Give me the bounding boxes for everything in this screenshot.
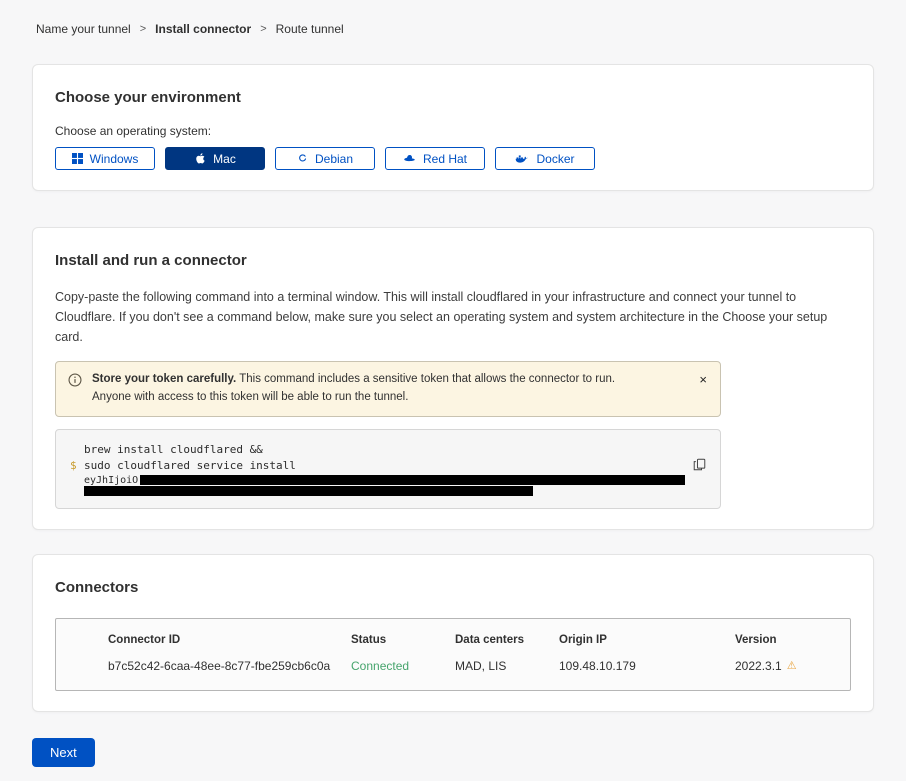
breadcrumb-separator: > [260, 23, 266, 35]
info-icon [68, 371, 82, 394]
code-line [70, 486, 706, 496]
windows-icon [72, 153, 83, 164]
code-line: $ sudo cloudflared service install [70, 458, 706, 475]
os-button-redhat[interactable]: Red Hat [385, 147, 485, 170]
col-header-status: Status [351, 634, 455, 646]
redacted-token-bar [140, 475, 685, 485]
choose-environment-title: Choose your environment [55, 89, 851, 106]
os-button-label: Debian [315, 152, 353, 166]
debian-icon [297, 153, 308, 164]
install-description: Copy-paste the following command into a … [55, 287, 851, 347]
close-icon[interactable]: × [696, 371, 710, 388]
os-button-mac[interactable]: Mac [165, 147, 265, 170]
token-warning-bold: Store your token carefully. [92, 373, 236, 385]
version-value: 2022.3.1 [735, 659, 782, 673]
os-button-debian[interactable]: Debian [275, 147, 375, 170]
copy-icon [693, 459, 706, 474]
shell-prompt: $ [70, 458, 84, 475]
status-badge: Connected [351, 659, 455, 673]
origin-ip-value: 109.48.10.179 [559, 659, 735, 673]
data-centers-value: MAD, LIS [455, 659, 559, 673]
token-prefix: eyJhIjoiO [84, 475, 138, 486]
install-connector-card: Install and run a connector Copy-paste t… [32, 227, 874, 530]
docker-icon [515, 153, 529, 165]
redacted-token-bar [84, 486, 533, 496]
code-line: brew install cloudflared && [70, 442, 706, 459]
col-header-data-centers: Data centers [455, 634, 559, 646]
connectors-card: Connectors Connector ID Status Data cent… [32, 554, 874, 712]
connectors-title: Connectors [55, 579, 851, 596]
page: Name your tunnel > Install connector > R… [0, 0, 906, 781]
os-button-label: Docker [536, 152, 574, 166]
table-row: b7c52c42-6caa-48ee-8c77-fbe259cb6c0a Con… [108, 659, 834, 673]
os-select-label: Choose an operating system: [55, 124, 851, 138]
choose-environment-card: Choose your environment Choose an operat… [32, 64, 874, 191]
install-command-block: brew install cloudflared && $ sudo cloud… [55, 429, 721, 509]
redhat-icon [403, 153, 416, 165]
col-header-connector-id: Connector ID [108, 634, 351, 646]
breadcrumb: Name your tunnel > Install connector > R… [36, 22, 874, 36]
breadcrumb-item-route-tunnel[interactable]: Route tunnel [276, 22, 344, 36]
copy-command-button[interactable] [691, 456, 708, 476]
os-button-group: Windows Mac Debian Red Hat [55, 147, 851, 170]
os-button-docker[interactable]: Docker [495, 147, 595, 170]
warning-triangle-icon: ⚠ [787, 659, 797, 672]
token-warning-banner: Store your token carefully. This command… [55, 361, 721, 417]
install-connector-title: Install and run a connector [55, 252, 851, 269]
code-line: eyJhIjoiO [70, 475, 706, 486]
connector-id-value: b7c52c42-6caa-48ee-8c77-fbe259cb6c0a [108, 659, 351, 673]
os-button-label: Windows [90, 152, 139, 166]
breadcrumb-item-name-your-tunnel[interactable]: Name your tunnel [36, 22, 131, 36]
os-button-label: Red Hat [423, 152, 467, 166]
breadcrumb-item-install-connector[interactable]: Install connector [155, 22, 251, 36]
version-cell: 2022.3.1 ⚠ [735, 659, 834, 673]
code-line-2: sudo cloudflared service install [84, 458, 296, 475]
col-header-origin-ip: Origin IP [559, 634, 735, 646]
apple-icon [194, 152, 206, 165]
next-button[interactable]: Next [32, 738, 95, 767]
col-header-version: Version [735, 634, 834, 646]
breadcrumb-separator: > [140, 23, 146, 35]
connectors-table: Connector ID Status Data centers Origin … [55, 618, 851, 691]
token-warning-text: Store your token carefully. This command… [92, 371, 647, 407]
os-button-windows[interactable]: Windows [55, 147, 155, 170]
connectors-table-header: Connector ID Status Data centers Origin … [108, 634, 834, 659]
code-line-1: brew install cloudflared && [84, 442, 263, 459]
os-button-label: Mac [213, 152, 236, 166]
